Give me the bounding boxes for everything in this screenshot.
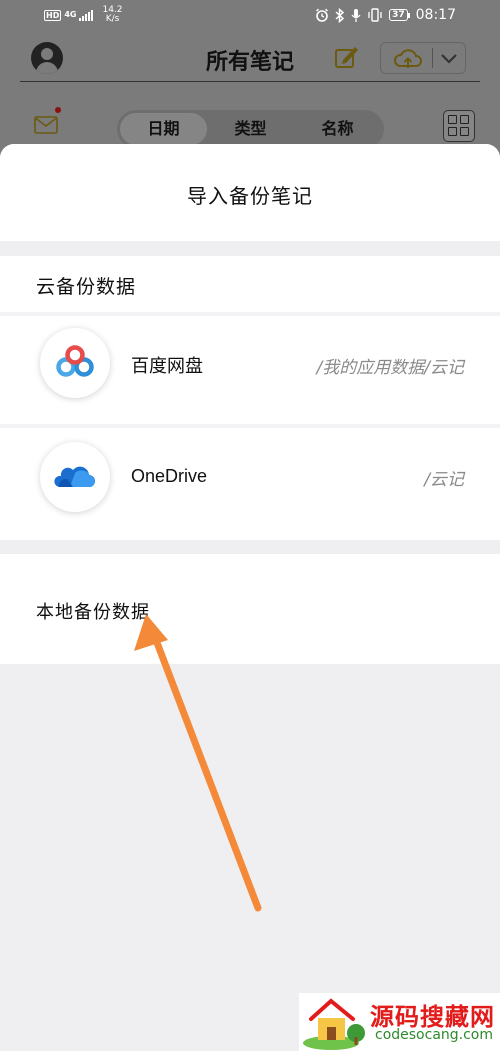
watermark-url: codesocang.com [375, 1027, 494, 1043]
house-logo-icon [303, 998, 365, 1050]
watermark: 源码搜藏网 codesocang.com [299, 993, 500, 1051]
annotation-arrow [134, 614, 262, 912]
